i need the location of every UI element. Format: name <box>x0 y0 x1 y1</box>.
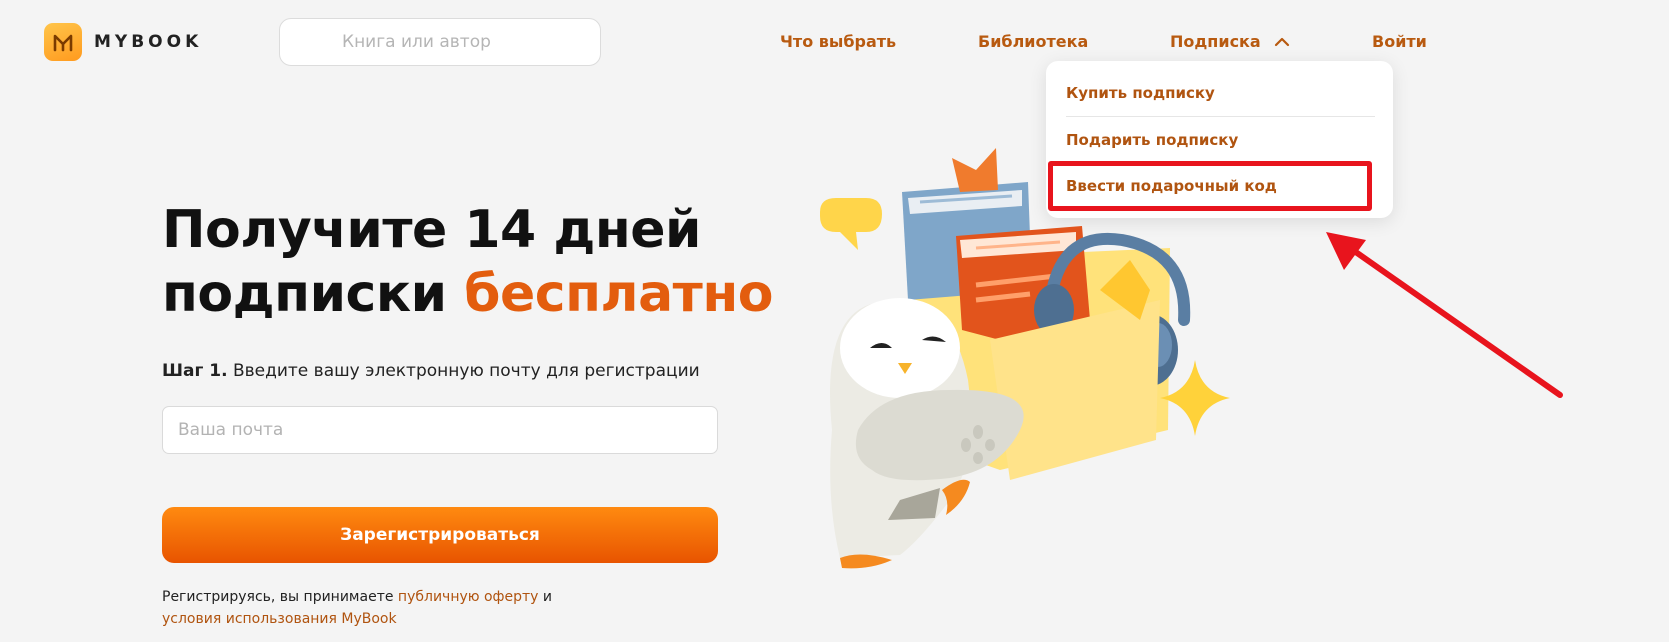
dropdown-divider <box>1066 116 1375 117</box>
terms-of-use-link[interactable]: условия использования MyBook <box>162 611 397 627</box>
mybook-logo-icon <box>44 23 82 61</box>
nav-subscription[interactable]: Подписка <box>1170 32 1290 52</box>
dropdown-item-buy[interactable]: Купить подписку <box>1066 84 1215 102</box>
step-label: Шаг 1. <box>162 361 228 381</box>
hero-title-line1: Получите 14 дней <box>162 200 701 260</box>
logo[interactable]: MYBOOK <box>44 23 202 61</box>
nav-login[interactable]: Войти <box>1372 32 1427 51</box>
email-field-wrapper[interactable] <box>162 406 718 454</box>
hero-title: Получите 14 дней подписки бесплатно <box>162 198 773 326</box>
step-text: Введите вашу электронную почту для регис… <box>227 361 700 381</box>
nav-library[interactable]: Библиотека <box>978 32 1088 51</box>
hero-title-line2: подписки бесплатно <box>162 262 773 326</box>
hero-title-accent: бесплатно <box>464 264 773 324</box>
nav-subscription-label: Подписка <box>1170 32 1261 51</box>
terms-prefix: Регистрируясь, вы принимаете <box>162 589 398 605</box>
public-offer-link[interactable]: публичную оферту <box>398 589 539 605</box>
terms-and: и <box>538 589 553 605</box>
terms-text: Регистрируясь, вы принимаете публичную о… <box>162 586 602 630</box>
search-box[interactable] <box>279 18 601 66</box>
logo-text: MYBOOK <box>94 32 203 52</box>
register-button[interactable]: Зарегистрироваться <box>162 507 718 563</box>
speech-bubble-icon <box>820 198 882 250</box>
search-input[interactable] <box>280 19 600 65</box>
hero-title-prefix: подписки <box>162 264 465 324</box>
red-arrow-annotation-icon <box>1326 232 1563 398</box>
bookmark-icon <box>952 148 998 192</box>
email-field[interactable] <box>163 407 717 453</box>
owl-illustration <box>820 148 1230 569</box>
chevron-up-icon <box>1274 33 1290 52</box>
nav-what-to-choose[interactable]: Что выбрать <box>780 32 896 51</box>
step-instruction: Шаг 1. Введите вашу электронную почту дл… <box>162 361 700 381</box>
